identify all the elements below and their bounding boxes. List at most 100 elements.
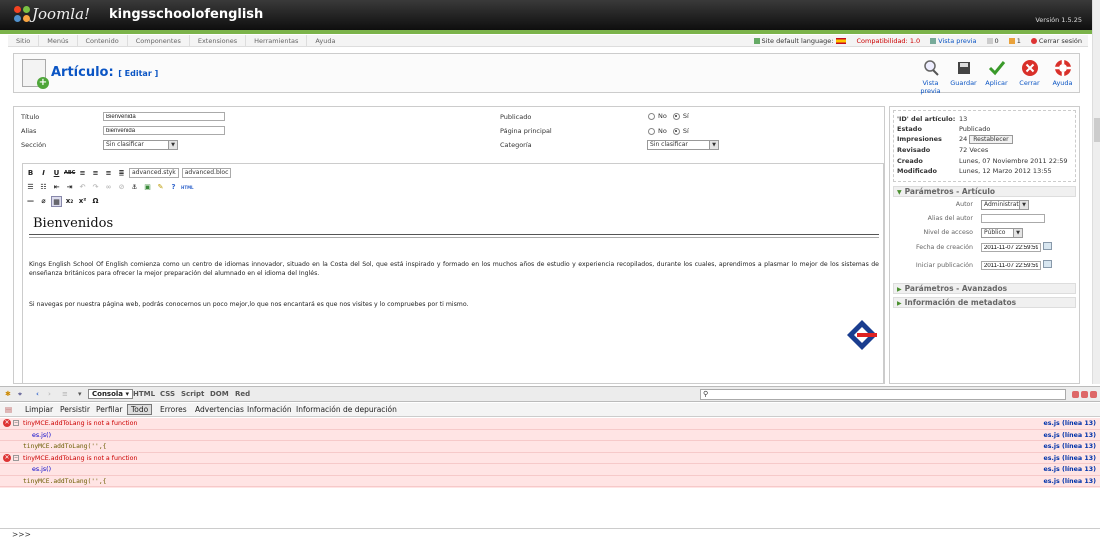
apply-button[interactable]: Aplicar [980,57,1013,95]
article-params-toggle[interactable]: ▼ Parámetros - Artículo [893,186,1076,197]
menu-ayuda[interactable]: Ayuda [307,35,343,47]
published-yes-radio[interactable] [672,112,680,120]
menu-menus[interactable]: Menús [39,34,78,47]
source-link[interactable]: es.js (línea 13) [1043,455,1096,462]
calendar-icon[interactable] [1043,242,1052,250]
editor-content[interactable]: Bienvenidos Kings English School Of Engl… [27,210,881,382]
author-select[interactable]: Administrator ▼ [981,200,1029,210]
block-select[interactable]: advanced.bloc [181,168,232,178]
tab-dom[interactable]: DOM [210,390,229,398]
special-char-icon[interactable]: Ω [90,196,101,207]
page-scrollbar[interactable] [1092,0,1100,384]
list-icon[interactable]: ≡ [62,390,68,398]
tab-css[interactable]: CSS [160,390,175,398]
filter-informacion[interactable]: Información [247,405,292,414]
filter-todo[interactable]: Todo [127,404,153,415]
indent-icon[interactable]: ⇥ [64,182,75,193]
visual-aid-icon[interactable]: ▦ [51,195,62,207]
superscript-icon[interactable]: x² [77,196,88,207]
source-link[interactable]: es.js (línea 13) [1043,420,1096,427]
console-command-line[interactable]: >>> [0,528,1100,540]
advanced-params-toggle[interactable]: ▶ Parámetros - Avanzados [893,283,1076,294]
align-justify-icon[interactable]: ≣ [116,168,127,179]
preview-link[interactable]: Vista previa [930,37,977,45]
console-error-row[interactable]: ✕ − tinyMCE.addToLang is not a function … [0,453,1100,464]
underline-icon[interactable]: U [51,168,62,179]
tab-script[interactable]: Script [181,390,204,398]
tab-red[interactable]: Red [235,390,250,398]
redo-icon[interactable]: ↷ [90,182,101,193]
scrollbar-thumb[interactable] [1094,118,1100,142]
metadata-toggle[interactable]: ▶ Información de metadatos [893,297,1076,308]
back-icon[interactable]: ‹ [36,390,39,398]
filter-limpiar[interactable]: Limpiar [25,405,53,414]
tab-menu-icon[interactable]: ▾ [78,390,82,398]
bold-icon[interactable]: B [25,168,36,179]
align-left-icon[interactable]: ≡ [77,168,88,179]
outdent-icon[interactable]: ⇤ [51,182,62,193]
filter-errores[interactable]: Errores [160,405,187,414]
html-icon[interactable]: HTML [181,182,194,193]
align-right-icon[interactable]: ≡ [103,168,114,179]
minimize-icon[interactable] [1072,391,1079,398]
expand-icon[interactable]: − [13,454,19,461]
preview-button[interactable]: Vista previa [914,57,947,95]
expand-icon[interactable]: − [13,420,19,426]
messages-count[interactable]: 0 [986,37,999,45]
unlink-icon[interactable]: ⊘ [116,182,127,193]
frontpage-no-radio[interactable] [648,127,655,135]
filter-depuracion[interactable]: Información de depuración [296,405,397,414]
source-link[interactable]: es.js (línea 13) [1043,466,1096,473]
menu-extensiones[interactable]: Extensiones [190,34,247,47]
title-input[interactable] [103,112,225,121]
anchor-icon[interactable]: ⚓ [129,182,140,193]
close-firebug-icon[interactable] [1090,391,1097,398]
calendar-icon[interactable] [1043,260,1052,268]
inspect-icon[interactable]: ⌖ [18,390,22,399]
save-button[interactable]: Guardar [947,57,980,95]
source-link[interactable]: es.js (línea 13) [1043,443,1096,450]
publish-start-input[interactable] [981,261,1041,270]
source-link[interactable]: es.js (línea 13) [1043,478,1096,485]
console-error-row[interactable]: ✕ − tinyMCE.addToLang is not a function … [0,418,1100,430]
firebug-icon[interactable]: ✱ [5,390,11,398]
author-alias-input[interactable] [981,214,1045,223]
created-date-input[interactable] [981,243,1041,252]
cleanup-icon[interactable]: ✎ [155,182,166,193]
menu-componentes[interactable]: Componentes [128,34,190,47]
filter-advertencias[interactable]: Advertencias [195,405,244,414]
stack-call-link[interactable]: es.js() [32,432,51,439]
alias-input[interactable] [103,126,225,135]
align-center-icon[interactable]: ≡ [90,168,101,179]
console-icon[interactable]: ▤ [5,405,12,414]
link-icon[interactable]: ∞ [103,182,114,193]
numbered-list-icon[interactable]: ☷ [38,182,49,193]
menu-contenido[interactable]: Contenido [78,34,128,47]
horizontal-rule-icon[interactable]: — [25,196,36,207]
firebug-search-input[interactable]: ⚲ [700,389,1066,400]
category-select[interactable]: Sin clasificar ▼ [647,140,719,150]
tab-html[interactable]: HTML [133,390,155,398]
forward-icon[interactable]: › [48,390,51,398]
source-link[interactable]: es.js (línea 13) [1043,432,1096,439]
subscript-icon[interactable]: x₂ [64,196,75,207]
image-icon[interactable]: ▣ [142,182,153,193]
reset-hits-button[interactable]: Restablecer [969,135,1013,144]
remove-format-icon[interactable]: ⌀ [38,196,49,207]
menu-herramientas[interactable]: Herramientas [246,34,308,47]
filter-perfilar[interactable]: Perfilar [96,405,122,414]
close-button[interactable]: Cerrar [1013,57,1046,95]
undo-icon[interactable]: ↶ [77,182,88,193]
menu-sitio[interactable]: Sitio [8,34,40,47]
frontpage-yes-radio[interactable] [672,127,680,135]
italic-icon[interactable]: I [38,168,49,179]
section-select[interactable]: Sin clasificar ▼ [103,140,178,150]
published-no-radio[interactable] [648,112,655,120]
help-button[interactable]: Ayuda [1046,57,1079,95]
bullet-list-icon[interactable]: ☰ [25,182,36,193]
filter-persistir[interactable]: Persistir [60,405,90,414]
tab-consola[interactable]: Consola ▾ [88,389,133,399]
help-icon[interactable]: ? [168,182,179,193]
stack-call-link[interactable]: es.js() [32,466,51,473]
detach-icon[interactable] [1081,391,1088,398]
